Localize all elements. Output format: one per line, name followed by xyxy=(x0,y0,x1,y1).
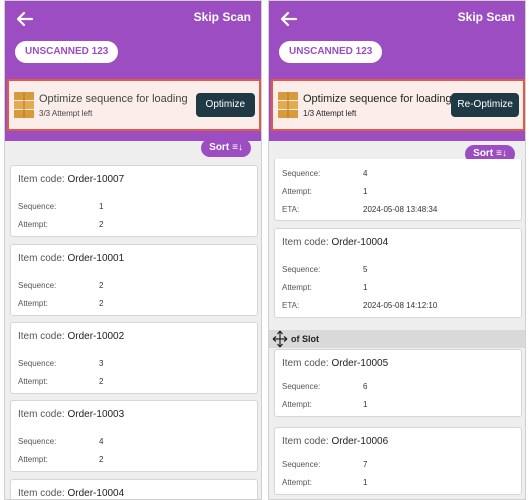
sequence-label: Sequence: xyxy=(282,460,321,469)
order-card[interactable]: Item code: Order-10006 Sequence: 7 Attem… xyxy=(274,427,522,495)
attempts-left-text: 3/3 Attempt left xyxy=(39,109,93,118)
optimize-title: Optimize sequence for loading xyxy=(303,93,452,105)
item-code: Item code: Order-10002 xyxy=(18,331,125,342)
attempts-left-text: 1/3 Attempt left xyxy=(303,109,357,118)
attempt-value: 2 xyxy=(99,377,104,386)
back-arrow-icon[interactable] xyxy=(279,9,299,29)
sort-label: Sort xyxy=(209,142,230,153)
eta-label: ETA: xyxy=(282,301,300,310)
left-phone-screen: Skip Scan UNSCANNED 123 Optimize sequenc… xyxy=(4,0,262,500)
attempt-label: Attempt: xyxy=(18,220,48,229)
sequence-value: 4 xyxy=(363,169,368,178)
sequence-value: 3 xyxy=(99,359,104,368)
sort-label: Sort xyxy=(473,148,494,159)
sequence-label: Sequence: xyxy=(18,437,57,446)
item-code: Item code: Order-10007 xyxy=(18,174,125,185)
attempt-value: 1 xyxy=(363,283,368,292)
attempt-label: Attempt: xyxy=(18,455,48,464)
eta-label: ETA: xyxy=(282,205,300,214)
item-code: Item code: Order-10003 xyxy=(18,409,125,420)
order-card[interactable]: Item code: Order-10005 Sequence: 6 Attem… xyxy=(274,349,522,417)
sequence-label: Sequence: xyxy=(18,281,57,290)
item-code: Item code: Order-10004 xyxy=(282,237,389,248)
sequence-value: 6 xyxy=(363,382,368,391)
unscanned-count-badge[interactable]: UNSCANNED 123 xyxy=(279,41,383,63)
move-cursor-icon xyxy=(272,330,288,348)
attempt-value: 1 xyxy=(363,478,368,487)
attempt-value: 2 xyxy=(99,455,104,464)
item-code: Item code: Order-10001 xyxy=(18,253,125,264)
right-phone-screen: Skip Scan UNSCANNED 123 Optimize sequenc… xyxy=(268,0,526,500)
eta-value: 2024-05-08 14:12:10 xyxy=(363,301,438,310)
attempt-label: Attempt: xyxy=(18,377,48,386)
item-code: Item code: Order-10004 xyxy=(18,488,125,499)
order-card[interactable]: Item code: Order-10004 xyxy=(10,479,258,499)
attempt-value: 1 xyxy=(363,400,368,409)
sequence-label: Sequence: xyxy=(282,382,321,391)
sequence-value: 7 xyxy=(363,460,368,469)
attempt-value: 2 xyxy=(99,299,104,308)
stacked-boxes-icon xyxy=(277,91,299,119)
optimize-title: Optimize sequence for loading xyxy=(39,93,188,105)
attempt-value: 1 xyxy=(363,187,368,196)
sequence-value: 4 xyxy=(99,437,104,446)
unscanned-count-badge[interactable]: UNSCANNED 123 xyxy=(15,41,119,63)
re-optimize-button[interactable]: Re-Optimize xyxy=(451,93,519,117)
item-code: Item code: Order-10006 xyxy=(282,436,389,447)
attempt-label: Attempt: xyxy=(18,299,48,308)
sequence-label: Sequence: xyxy=(282,169,321,178)
sequence-value: 2 xyxy=(99,281,104,290)
order-card[interactable]: Item code: Order-10007 Sequence: 1 Attem… xyxy=(10,165,258,237)
order-card[interactable]: Item code: Order-10001 Sequence: 2 Attem… xyxy=(10,244,258,316)
sequence-value: 1 xyxy=(99,202,104,211)
item-code: Item code: Order-10005 xyxy=(282,358,389,369)
attempt-label: Attempt: xyxy=(282,478,312,487)
optimize-sequence-panel: Optimize sequence for loading 1/3 Attemp… xyxy=(271,79,525,131)
optimize-sequence-panel: Optimize sequence for loading 3/3 Attemp… xyxy=(7,79,261,131)
sequence-value: 5 xyxy=(363,265,368,274)
order-card[interactable]: Sequence: 4 Attempt: 1 ETA: 2024-05-08 1… xyxy=(274,159,522,221)
attempt-value: 2 xyxy=(99,220,104,229)
sequence-label: Sequence: xyxy=(18,359,57,368)
back-arrow-icon[interactable] xyxy=(15,9,35,29)
sequence-label: Sequence: xyxy=(282,265,321,274)
order-card[interactable]: Item code: Order-10002 Sequence: 3 Attem… xyxy=(10,322,258,394)
sort-button[interactable]: Sort ≡↓ xyxy=(201,139,251,157)
attempt-label: Attempt: xyxy=(282,283,312,292)
skip-scan-button[interactable]: Skip Scan xyxy=(458,10,515,24)
eta-value: 2024-05-08 13:48:34 xyxy=(363,205,438,214)
sort-icon: ≡↓ xyxy=(232,142,243,153)
stacked-boxes-icon xyxy=(13,91,35,119)
sequence-label: Sequence: xyxy=(18,202,57,211)
attempt-label: Attempt: xyxy=(282,187,312,196)
slot-section-header: of Slot xyxy=(269,330,525,348)
order-card[interactable]: Item code: Order-10004 Sequence: 5 Attem… xyxy=(274,228,522,318)
slot-header-text: of Slot xyxy=(291,334,319,344)
attempt-label: Attempt: xyxy=(282,400,312,409)
skip-scan-button[interactable]: Skip Scan xyxy=(194,10,251,24)
order-card[interactable]: Item code: Order-10003 Sequence: 4 Attem… xyxy=(10,400,258,472)
optimize-button[interactable]: Optimize xyxy=(195,93,255,117)
